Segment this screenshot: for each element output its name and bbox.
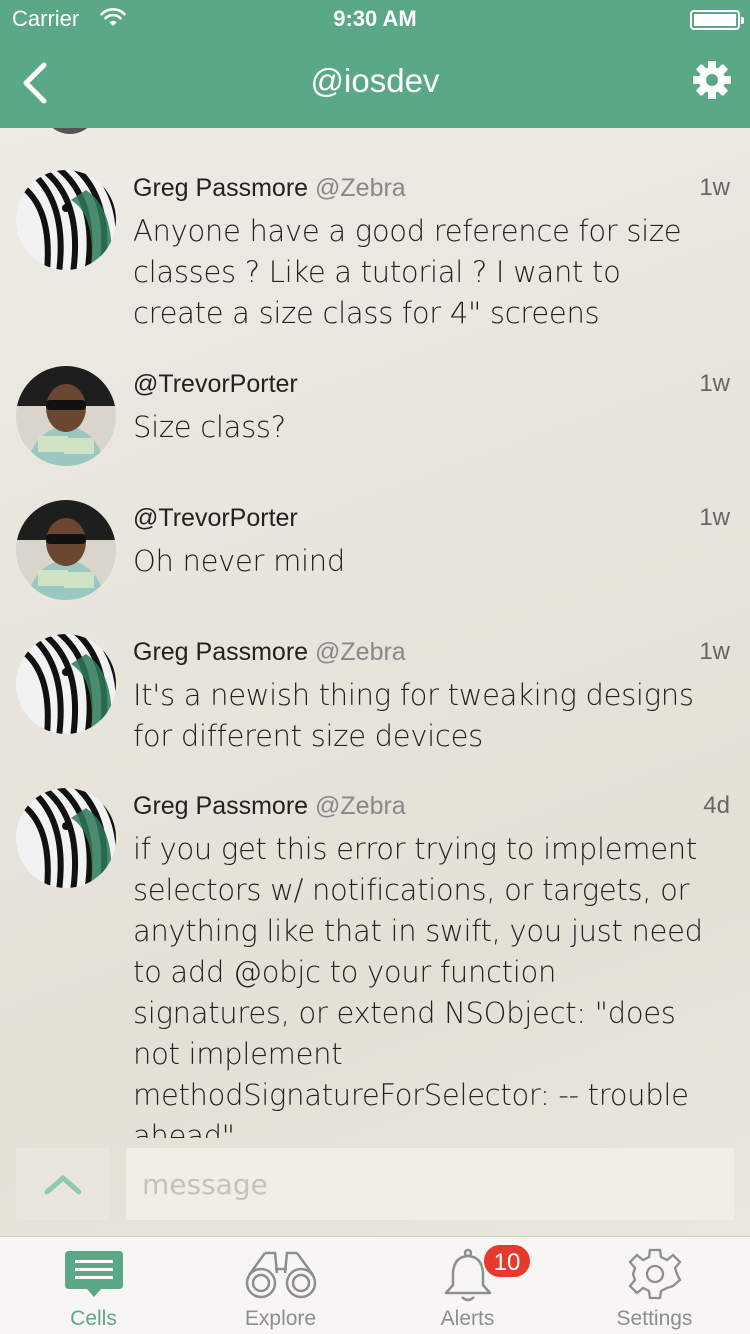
- avatar[interactable]: [16, 788, 116, 888]
- message-header: Greg Passmore @Zebra 4d: [133, 792, 730, 828]
- status-bar: Carrier 9:30 AM: [0, 0, 750, 40]
- sender-name[interactable]: @TrevorPorter: [133, 504, 298, 532]
- list-item[interactable]: Greg Passmore @Zebra 1w Anyone have a go…: [0, 168, 750, 338]
- alerts-badge: 10: [482, 1243, 532, 1279]
- message-body: It's a newish thing for tweaking designs…: [133, 678, 694, 753]
- sender-handle[interactable]: @Zebra: [315, 174, 406, 202]
- avatar[interactable]: [16, 170, 116, 270]
- tab-settings[interactable]: Settings: [561, 1237, 748, 1334]
- tab-alerts[interactable]: 10 Alerts: [374, 1237, 561, 1334]
- tab-label: Alerts: [440, 1307, 495, 1330]
- page-title: @iosdev: [310, 62, 440, 99]
- chevron-up-icon: [44, 1175, 82, 1195]
- avatar[interactable]: [16, 366, 116, 466]
- clock: 9:30 AM: [333, 6, 417, 31]
- message-time: 4d: [703, 792, 730, 819]
- tab-label: Cells: [70, 1307, 117, 1330]
- avatar[interactable]: [16, 634, 116, 734]
- list-item[interactable]: @TrevorPorter 1w Oh never mind: [0, 498, 750, 608]
- list-item[interactable]: @TrevorPorter 1w Size class?: [0, 364, 750, 474]
- message-time: 1w: [699, 174, 730, 201]
- sender-name[interactable]: @TrevorPorter: [133, 370, 298, 398]
- message-body: Size class?: [133, 410, 286, 444]
- tab-explore[interactable]: Explore: [187, 1237, 374, 1334]
- zebra-avatar-image: [16, 634, 116, 734]
- message-header: Greg Passmore @Zebra 1w: [133, 638, 730, 674]
- compose-bar: [0, 1138, 750, 1234]
- gear-icon: [627, 1247, 682, 1305]
- message-body: Anyone have a good reference for size cl…: [133, 214, 682, 330]
- tab-label: Settings: [616, 1307, 693, 1330]
- binoculars-icon: [243, 1247, 319, 1305]
- message-time: 1w: [699, 504, 730, 531]
- sender-name[interactable]: Greg Passmore: [133, 174, 308, 202]
- sender-handle[interactable]: @Zebra: [315, 638, 406, 666]
- header: Carrier 9:30 AM @iosdev: [0, 0, 750, 128]
- zebra-avatar-image: [16, 170, 116, 270]
- message-header: @TrevorPorter 1w: [133, 370, 730, 406]
- list-item[interactable]: Greg Passmore @Zebra 1w It's a newish th…: [0, 632, 750, 762]
- sender-name[interactable]: Greg Passmore: [133, 638, 308, 666]
- message-body: Oh never mind: [133, 544, 345, 578]
- person-avatar-image: [16, 366, 116, 466]
- avatar[interactable]: [16, 500, 116, 600]
- message-time: 1w: [699, 370, 730, 397]
- settings-button[interactable]: [692, 60, 736, 104]
- gear-icon: [693, 61, 731, 99]
- avatar: [42, 128, 98, 134]
- tab-label: Explore: [244, 1307, 317, 1330]
- message-feed[interactable]: Greg Passmore @Zebra 1w Anyone have a go…: [0, 128, 750, 1138]
- battery-icon: [690, 10, 744, 30]
- message-input[interactable]: [126, 1148, 734, 1220]
- nav-bar: @iosdev: [0, 40, 750, 128]
- tab-bar: Cells Explore 10 Alerts Settings: [0, 1236, 750, 1334]
- expand-button[interactable]: [16, 1148, 110, 1220]
- chat-bubble-icon: [63, 1247, 125, 1305]
- message-body: if you get this error trying to implemen…: [133, 832, 703, 1138]
- message-header: @TrevorPorter 1w: [133, 504, 730, 540]
- tab-cells[interactable]: Cells: [0, 1237, 187, 1334]
- zebra-avatar-image: [16, 788, 116, 888]
- sender-handle[interactable]: @Zebra: [315, 792, 406, 820]
- list-item[interactable]: Greg Passmore @Zebra 4d if you get this …: [0, 786, 750, 1138]
- person-avatar-image: [16, 500, 116, 600]
- message-header: Greg Passmore @Zebra 1w: [133, 174, 730, 210]
- sender-name[interactable]: Greg Passmore: [133, 792, 308, 820]
- message-time: 1w: [699, 638, 730, 665]
